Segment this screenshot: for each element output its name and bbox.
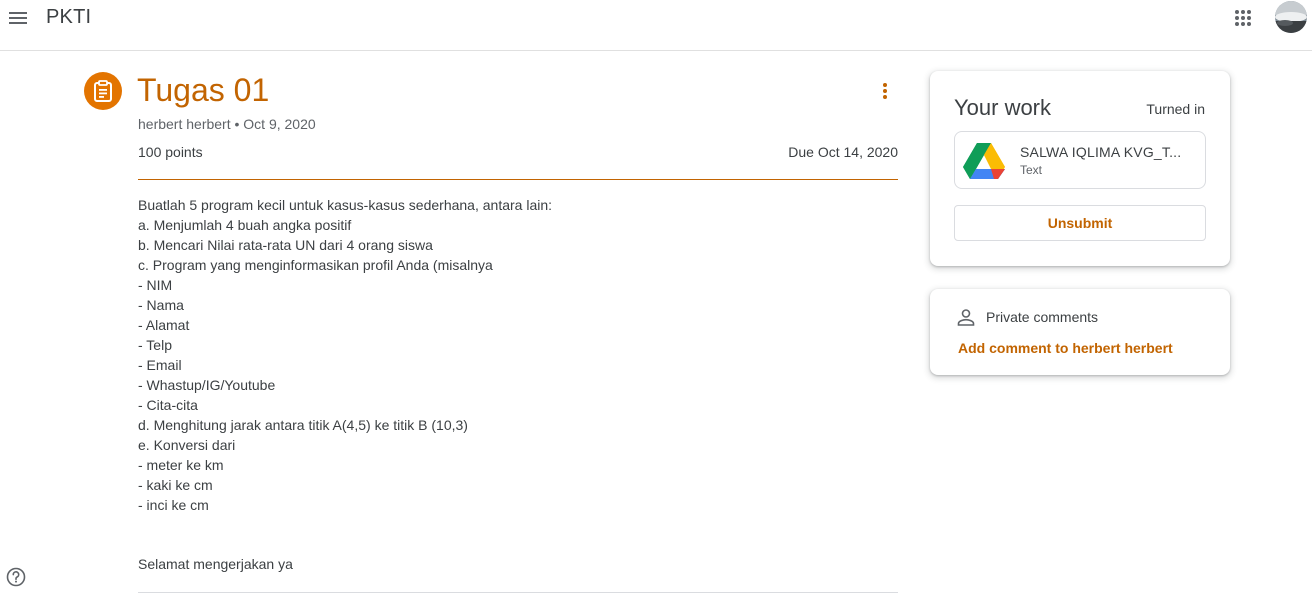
description-line: - meter ke km — [138, 457, 224, 473]
description-line: - Cita-cita — [138, 397, 198, 413]
user-avatar[interactable] — [1275, 1, 1307, 33]
your-work-title: Your work — [954, 95, 1052, 120]
add-private-comment-link[interactable]: Add comment to herbert herbert — [958, 340, 1173, 356]
description-line: e. Konversi dari — [138, 437, 236, 453]
assignment-due-date: Due Oct 14, 2020 — [788, 144, 898, 160]
description-line: - Telp — [138, 337, 172, 353]
more-options-icon[interactable] — [872, 78, 898, 104]
attachment-name: SALWA IQLIMA KVG_T... — [1020, 144, 1182, 160]
assignment-meta: herbert herbert • Oct 9, 2020 — [138, 116, 316, 132]
section-divider — [138, 592, 898, 593]
header-divider — [138, 179, 898, 180]
private-comments-card: Private comments Add comment to herbert … — [930, 289, 1230, 375]
private-comments-title: Private comments — [986, 309, 1099, 325]
top-app-bar: PKTI — [0, 0, 1312, 51]
description-line: - kaki ke cm — [138, 477, 213, 493]
description-line: d. Menghitung jarak antara titik A(4,5) … — [138, 417, 468, 433]
assignment-points: 100 points — [138, 144, 203, 160]
apps-grid-icon[interactable] — [1230, 5, 1256, 31]
unsubmit-button[interactable]: Unsubmit — [954, 205, 1206, 241]
assignment-title: Tugas 01 — [137, 72, 270, 108]
description-line: - Nama — [138, 297, 184, 313]
description-line: c. Program yang menginformasikan profil … — [138, 257, 493, 273]
menu-icon[interactable] — [4, 4, 32, 32]
description-line: - Alamat — [138, 317, 190, 333]
submission-status: Turned in — [1146, 101, 1205, 117]
help-icon[interactable] — [6, 567, 26, 587]
description-line: - NIM — [138, 277, 173, 293]
description-line: b. Mencari Nilai rata-rata UN dari 4 ora… — [138, 237, 433, 253]
description-closing: Selamat mengerjakan ya — [138, 556, 293, 572]
assignment-icon — [84, 72, 122, 110]
description-line: a. Menjumlah 4 buah angka positif — [138, 217, 352, 233]
description-line: - Whastup/IG/Youtube — [138, 377, 276, 393]
description-line: - Email — [138, 357, 182, 373]
google-drive-icon — [961, 138, 1007, 184]
attachment-type: Text — [1020, 163, 1043, 177]
attachment-card[interactable]: SALWA IQLIMA KVG_T... Text — [954, 131, 1206, 189]
description-line: - inci ke cm — [138, 497, 209, 513]
description-line: Buatlah 5 program kecil untuk kasus-kasu… — [138, 197, 553, 213]
your-work-card: Your work Turned in SALWA IQLIMA KVG_T..… — [930, 71, 1230, 266]
class-name[interactable]: PKTI — [46, 6, 91, 29]
person-icon — [956, 307, 976, 327]
assignment-description: Buatlah 5 program kecil untuk kasus-kasu… — [138, 195, 878, 515]
